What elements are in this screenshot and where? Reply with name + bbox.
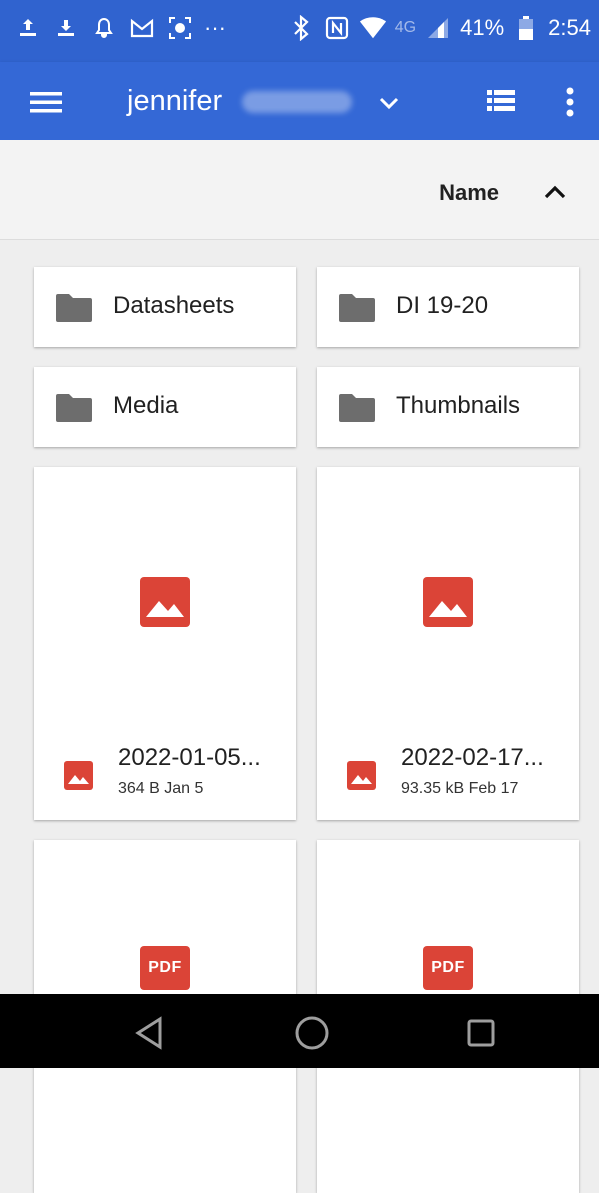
upload-notification-icon xyxy=(14,14,42,42)
file-meta: 93.35 kB Feb 17 xyxy=(401,780,519,797)
image-file-icon xyxy=(423,577,473,627)
folder-card[interactable]: Datasheets xyxy=(34,267,296,347)
clock: 2:54 xyxy=(548,15,591,40)
download-notification-icon xyxy=(52,14,80,42)
folder-icon xyxy=(56,394,92,422)
image-type-icon xyxy=(64,761,93,790)
bell-icon xyxy=(90,14,118,42)
pdf-file-icon: PDF xyxy=(140,946,190,990)
image-type-icon xyxy=(347,761,376,790)
battery-percent: 41% xyxy=(460,15,505,40)
redacted-surname xyxy=(242,91,352,113)
bluetooth-icon xyxy=(287,14,315,42)
arrow-up-icon[interactable] xyxy=(541,178,569,206)
gmail-icon xyxy=(128,14,156,42)
folder-icon xyxy=(339,294,375,322)
account-name[interactable]: jennifer xyxy=(127,84,222,118)
hamburger-menu-icon[interactable] xyxy=(28,84,64,120)
more-vert-icon[interactable] xyxy=(558,82,582,122)
folder-card[interactable]: Thumbnails xyxy=(317,367,579,447)
file-card[interactable]: 2022-02-17... 93.35 kB Feb 17 xyxy=(317,467,579,820)
chevron-down-icon[interactable] xyxy=(374,88,404,118)
home-circle-icon[interactable] xyxy=(292,1013,332,1053)
status-bar: ··· 4G 41% 2:54 xyxy=(0,0,599,62)
pdf-file-icon: PDF xyxy=(423,946,473,990)
more-notifications-icon: ··· xyxy=(204,15,226,40)
recents-square-icon[interactable] xyxy=(461,1013,501,1053)
back-triangle-icon[interactable] xyxy=(130,1013,170,1053)
folder-card[interactable]: Media xyxy=(34,367,296,447)
file-meta: 364 B Jan 5 xyxy=(118,780,204,797)
list-view-icon[interactable] xyxy=(484,84,518,118)
sort-bar: Name xyxy=(0,140,599,240)
app-bar: jennifer xyxy=(0,62,599,140)
signal-icon xyxy=(424,14,452,42)
file-name: 2022-02-17... xyxy=(401,744,544,771)
navigation-bar xyxy=(0,994,599,1068)
folder-icon xyxy=(56,294,92,322)
sort-by-name-button[interactable]: Name xyxy=(439,180,499,206)
wifi-icon xyxy=(359,14,387,42)
lte-icon: 4G xyxy=(394,19,417,36)
image-file-icon xyxy=(140,577,190,627)
folder-name: Thumbnails xyxy=(396,392,521,419)
folder-name: DI 19-20 xyxy=(396,292,489,319)
battery-icon xyxy=(512,14,540,42)
folder-card[interactable]: DI 19-20 xyxy=(317,267,579,347)
folder-name: Media xyxy=(113,392,179,419)
folder-name: Datasheets xyxy=(113,292,235,319)
file-card[interactable]: 2022-01-05... 364 B Jan 5 xyxy=(34,467,296,820)
folder-icon xyxy=(339,394,375,422)
screen-record-icon xyxy=(166,14,194,42)
file-name: 2022-01-05... xyxy=(118,744,261,771)
nfc-icon xyxy=(323,14,351,42)
